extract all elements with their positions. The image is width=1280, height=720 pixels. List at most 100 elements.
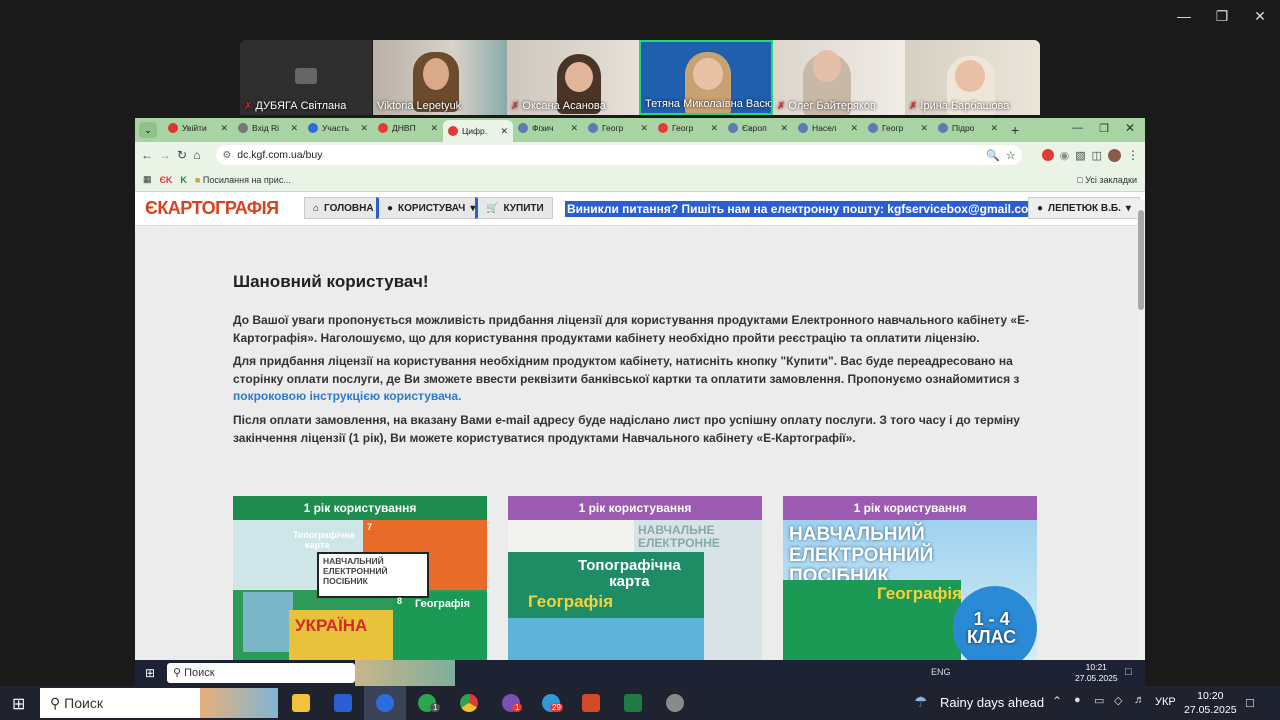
tray-overflow-icon[interactable]: ⌃ bbox=[1052, 694, 1062, 708]
windows-start-icon[interactable]: ⊞ bbox=[145, 666, 155, 680]
bookmark-ek[interactable]: ЄK bbox=[160, 175, 173, 185]
browser-tab[interactable]: Участь ✕ bbox=[303, 118, 373, 138]
tab-close-icon[interactable]: ✕ bbox=[220, 123, 228, 134]
notification-icon[interactable]: □ bbox=[1246, 695, 1254, 710]
minimize-icon[interactable]: — bbox=[1072, 122, 1083, 134]
product-card[interactable]: 1 рік користування НАВЧАЛЬНЕ ЕЛЕКТРОННЕ Т… bbox=[508, 496, 762, 660]
mic-muted-icon: ✗ bbox=[511, 100, 520, 112]
restore-icon[interactable]: ❐ bbox=[1099, 122, 1109, 135]
browser-tab[interactable]: Геогр ✕ bbox=[583, 118, 653, 138]
browser-tab[interactable]: Насел ✕ bbox=[793, 118, 863, 138]
participant-tile[interactable]: ✗ Олег Байтеряков bbox=[773, 40, 905, 115]
paint-icon[interactable] bbox=[666, 694, 684, 712]
tab-close-icon[interactable]: ✕ bbox=[430, 123, 438, 134]
reload-icon[interactable]: ↻ bbox=[177, 148, 187, 162]
instructions-link[interactable]: покроковою інструкцією користувача. bbox=[233, 389, 461, 403]
tab-close-icon[interactable]: ✕ bbox=[640, 123, 648, 134]
tab-close-icon[interactable]: ✕ bbox=[570, 123, 578, 134]
k-bookmark-icon[interactable]: K bbox=[180, 175, 187, 185]
browser-tab[interactable]: ДНВП ✕ bbox=[373, 118, 443, 138]
language-indicator[interactable]: УКР bbox=[1155, 696, 1176, 708]
browser-tab[interactable]: Фізич ✕ bbox=[513, 118, 583, 138]
address-bar[interactable]: ⚙ dc.kgf.com.ua/buy 🔍 ☆ bbox=[216, 145, 1022, 165]
participant-name: Олег Байтеряков bbox=[788, 100, 876, 112]
chrome-icon[interactable] bbox=[460, 694, 478, 712]
tab-close-icon[interactable]: ✕ bbox=[500, 126, 508, 137]
scrollbar[interactable] bbox=[1137, 200, 1145, 660]
mic-muted-icon: ✗ bbox=[777, 100, 786, 112]
forward-icon[interactable]: → bbox=[159, 148, 171, 162]
volume-icon[interactable]: ♬ bbox=[1134, 694, 1145, 706]
bookmark-star-icon[interactable]: ☆ bbox=[1006, 149, 1016, 162]
card-header: 1 рік користування bbox=[233, 496, 487, 520]
participant-tile[interactable]: ✗ ДУБЯГА Світлана bbox=[240, 40, 372, 115]
extension-icon[interactable] bbox=[1041, 149, 1054, 161]
scrollbar-thumb[interactable] bbox=[1138, 210, 1144, 310]
zoom-icon[interactable]: 🔍 bbox=[986, 149, 1000, 162]
site-info-icon[interactable]: ⚙ bbox=[222, 150, 231, 161]
close-icon[interactable]: ✕ bbox=[1125, 121, 1135, 135]
wifi-icon[interactable]: ◇ bbox=[1114, 694, 1122, 707]
tab-close-icon[interactable]: ✕ bbox=[920, 123, 928, 134]
inner-clock[interactable]: 10:21 27.05.2025 bbox=[1075, 662, 1118, 684]
extensions-icon[interactable]: ▧ bbox=[1075, 149, 1085, 162]
split-view-icon[interactable]: ◫ bbox=[1092, 149, 1102, 162]
windows-start-icon[interactable]: ⊞ bbox=[12, 694, 25, 714]
all-bookmarks[interactable]: □ Усі закладки bbox=[1077, 175, 1137, 185]
tab-close-icon[interactable]: ✕ bbox=[360, 123, 368, 134]
back-icon[interactable]: ← bbox=[141, 148, 153, 162]
browser-tab[interactable]: Геогр ✕ bbox=[653, 118, 723, 138]
browser-tab[interactable]: Геогр ✕ bbox=[863, 118, 933, 138]
nav-buy-button[interactable]: 🛒 КУПИТИ bbox=[475, 197, 553, 219]
tab-close-icon[interactable]: ✕ bbox=[290, 123, 298, 134]
tab-close-icon[interactable]: ✕ bbox=[780, 123, 788, 134]
whatsapp-badge: 1 bbox=[430, 703, 441, 712]
word-icon[interactable] bbox=[334, 694, 352, 712]
excel-icon[interactable] bbox=[624, 694, 642, 712]
menu-icon[interactable]: ⋮ bbox=[1127, 148, 1139, 162]
account-dropdown[interactable]: ● ЛЕПЕТЮК В.Б. ▾ bbox=[1028, 197, 1140, 219]
participant-name: Оксана Асанова bbox=[522, 100, 606, 112]
mic-icon[interactable]: ● bbox=[1074, 694, 1081, 706]
card-cover-image: НАВЧАЛЬНЕ ЕЛЕКТРОННЕ Топографічна карта Ге… bbox=[508, 520, 762, 660]
notification-icon[interactable]: □ bbox=[1125, 666, 1132, 678]
paragraph-after-payment: Після оплати замовлення, на вказану Вами… bbox=[233, 413, 1020, 445]
powerpoint-icon[interactable] bbox=[582, 694, 600, 712]
participant-tile[interactable]: ✗ Ірина Барбашова bbox=[905, 40, 1040, 115]
tab-close-icon[interactable]: ✕ bbox=[710, 123, 718, 134]
browser-tab[interactable]: Підро ✕ bbox=[933, 118, 1003, 138]
product-card[interactable]: 1 рік користування НАВЧАЛЬНИЙ ЕЛЕКТРОННИЙ… bbox=[783, 496, 1037, 660]
nav-user-dropdown[interactable]: ● КОРИСТУВАЧ ▾ bbox=[376, 197, 485, 219]
browser-tab[interactable]: Вхід Ri ✕ bbox=[233, 118, 303, 138]
profile-avatar[interactable] bbox=[1108, 148, 1121, 162]
new-tab-icon[interactable]: + bbox=[1011, 122, 1019, 138]
camera-icon[interactable]: ◉ bbox=[1060, 149, 1070, 162]
close-icon[interactable]: ✕ bbox=[1250, 8, 1270, 25]
home-icon[interactable]: ⌂ bbox=[193, 148, 200, 162]
product-card[interactable]: 1 рік користування Топографічна карта НА… bbox=[233, 496, 487, 660]
nav-home-button[interactable]: ⌂ ГОЛОВНА bbox=[304, 197, 383, 219]
bookmark-item[interactable]: ■ Посилання на прис... bbox=[195, 175, 291, 185]
taskbar-search-box[interactable]: ⚲ Поиск bbox=[167, 663, 355, 683]
zoom-icon[interactable] bbox=[376, 694, 394, 712]
weather-widget[interactable]: Rainy days ahead bbox=[940, 695, 1044, 710]
participant-tile-active-speaker[interactable]: Тетяна Миколаївна Васю... bbox=[639, 40, 773, 115]
apps-grid-icon[interactable]: ▦ bbox=[143, 174, 152, 185]
system-clock[interactable]: 10:20 27.05.2025 bbox=[1184, 689, 1237, 717]
participant-tile[interactable]: ✗ Оксана Асанова bbox=[507, 40, 639, 115]
folder-icon: ■ bbox=[194, 174, 201, 185]
browser-tab[interactable]: Увійти ✕ bbox=[163, 118, 233, 138]
browser-tab[interactable]: Європ ✕ bbox=[723, 118, 793, 138]
restore-icon[interactable]: ❐ bbox=[1212, 8, 1232, 25]
tab-list-icon[interactable]: ⌄ bbox=[139, 122, 157, 138]
participant-tile[interactable]: Viktoria Lepetyuk bbox=[373, 40, 507, 115]
mic-muted-icon: ✗ bbox=[909, 100, 918, 112]
file-explorer-icon[interactable] bbox=[292, 694, 310, 712]
browser-tab[interactable]: Цифр. ✕ bbox=[443, 120, 513, 142]
minimize-icon[interactable]: — bbox=[1174, 8, 1194, 24]
tab-close-icon[interactable]: ✕ bbox=[850, 123, 858, 134]
site-logo[interactable]: ЄКАРТОГРАФІЯ bbox=[145, 198, 279, 219]
tab-close-icon[interactable]: ✕ bbox=[990, 123, 998, 134]
battery-icon[interactable]: ▭ bbox=[1094, 694, 1104, 707]
cart-icon: 🛒 bbox=[486, 202, 499, 214]
